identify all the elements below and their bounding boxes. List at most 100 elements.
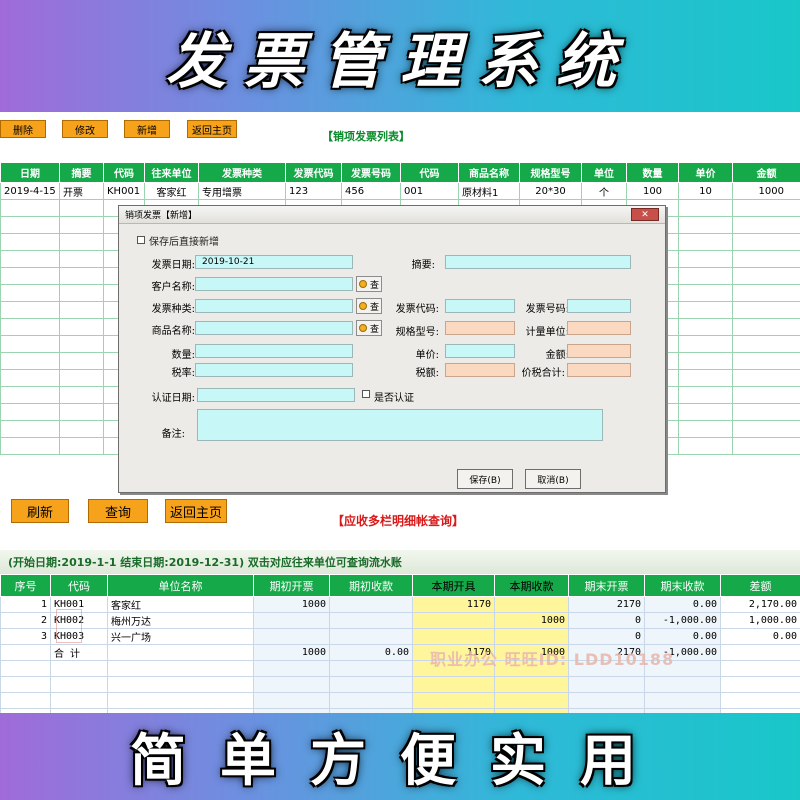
invoice-no-field[interactable] [567, 299, 631, 313]
invoice-type-field[interactable] [195, 299, 353, 313]
cell-summary[interactable]: 开票 [59, 182, 104, 200]
cell-period-receipt[interactable] [494, 628, 569, 645]
dialog-title: 销项发票【新增】 [119, 206, 665, 224]
cell-open-receipt[interactable] [329, 612, 413, 629]
table-row[interactable]: 3 KH003 兴一广场 0 0.00 0.00 [0, 628, 800, 645]
tax-rate-label: 税率: [171, 368, 195, 379]
amount-field[interactable] [567, 344, 631, 358]
cell-invoice-type[interactable]: 专用增票 [198, 182, 286, 200]
seal-stamp [56, 609, 82, 643]
cell-invoice-no[interactable]: 456 [341, 182, 401, 200]
col-header: 期末开票 [568, 574, 645, 597]
product-lookup-button[interactable]: 查 [356, 320, 382, 336]
spec-field[interactable] [445, 321, 515, 335]
search-icon [359, 280, 367, 288]
invoice-code-field[interactable] [445, 299, 515, 313]
cell-open-receipt[interactable] [329, 596, 413, 613]
invoice-date-field[interactable]: 2019-10-21 [195, 255, 353, 269]
refresh-button[interactable]: 刷新 [11, 499, 69, 523]
cell-end-receipt[interactable]: 0.00 [644, 628, 721, 645]
col-header: 金额 [732, 162, 800, 183]
auth-date-field[interactable] [197, 388, 355, 402]
price-label: 单价: [415, 350, 439, 361]
cell-period-invoice[interactable] [412, 612, 495, 629]
cell-seq [0, 644, 51, 661]
total-label: 价税合计: [521, 368, 565, 379]
cell-end-invoice[interactable]: 0 [568, 612, 645, 629]
keep-adding-label: 保存后直接新增 [149, 237, 219, 248]
save-button[interactable]: 保存(B) [457, 469, 513, 489]
unit-field[interactable] [567, 321, 631, 335]
table-row[interactable]: 1 KH001 客家红 1000 1170 2170 0.00 2,170.00 [0, 596, 800, 613]
table-row[interactable]: 2019-4-15 开票 KH001 客家红 专用增票 123 456 001 … [0, 182, 800, 200]
col-header: 摘要 [59, 162, 104, 183]
cell-qty[interactable]: 100 [626, 182, 679, 200]
qty-label: 数量: [171, 350, 195, 361]
cell-partner[interactable]: 客家红 [144, 182, 199, 200]
cell-end-invoice[interactable]: 0 [568, 628, 645, 645]
customer-field[interactable] [195, 277, 353, 291]
total-field[interactable] [567, 363, 631, 377]
is-auth-checkbox[interactable] [362, 390, 370, 398]
query-button[interactable]: 查询 [88, 499, 148, 523]
tax-rate-field[interactable] [195, 363, 353, 377]
col-header: 单位 [581, 162, 627, 183]
cell-product[interactable]: 原材料1 [458, 182, 520, 200]
summary-label: 摘要: [411, 260, 435, 271]
memo-field[interactable] [197, 409, 603, 441]
home-button[interactable]: 返回主页 [187, 120, 237, 138]
invoice-type-lookup-button[interactable]: 查 [356, 298, 382, 314]
cell-open-invoice[interactable]: 1000 [253, 596, 330, 613]
col-header: 期初收款 [329, 574, 413, 597]
cell-price[interactable]: 10 [678, 182, 733, 200]
cell-diff[interactable]: 2,170.00 [720, 596, 800, 613]
cell-period-receipt[interactable]: 1000 [494, 612, 569, 629]
total-open-receipt: 0.00 [329, 644, 413, 661]
cell-unit[interactable]: 个 [581, 182, 627, 200]
cell-diff[interactable]: 1,000.00 [720, 612, 800, 629]
amount-label: 金额: [545, 350, 569, 361]
table-row [0, 676, 800, 693]
cell-date[interactable]: 2019-4-15 [0, 182, 60, 200]
cell-open-invoice[interactable] [253, 612, 330, 629]
cell-code[interactable]: KH001 [103, 182, 145, 200]
cell-end-invoice[interactable]: 2170 [568, 596, 645, 613]
col-header: 规格型号 [519, 162, 582, 183]
ledger-title: 【应收多栏明细帐查询】 [332, 514, 465, 528]
cancel-button[interactable]: 取消(B) [525, 469, 581, 489]
banner-title: 发票管理系统 [166, 26, 634, 97]
price-field[interactable] [445, 344, 515, 358]
tax-field[interactable] [445, 363, 515, 377]
cell-item-code[interactable]: 001 [400, 182, 459, 200]
table-row [0, 692, 800, 709]
home-button-2[interactable]: 返回主页 [165, 499, 227, 523]
cell-period-invoice[interactable] [412, 628, 495, 645]
cell-open-receipt[interactable] [329, 628, 413, 645]
product-field[interactable] [195, 321, 353, 335]
cell-amount[interactable]: 1000 [732, 182, 800, 200]
table-row[interactable]: 2 KH002 梅州万达 1000 0 -1,000.00 1,000.00 [0, 612, 800, 629]
customer-lookup-button[interactable]: 查 [356, 276, 382, 292]
cell-open-invoice[interactable] [253, 628, 330, 645]
add-button[interactable]: 新增 [124, 120, 170, 138]
summary-field[interactable] [445, 255, 631, 269]
table-header: 日期 摘要 代码 往来单位 发票种类 发票代码 发票号码 代码 商品名称 规格型… [0, 162, 800, 183]
keep-adding-checkbox[interactable] [137, 236, 145, 244]
cell-end-receipt[interactable]: -1,000.00 [644, 612, 721, 629]
cell-invoice-code[interactable]: 123 [285, 182, 342, 200]
delete-button[interactable]: 删除 [0, 120, 46, 138]
cell-period-invoice[interactable]: 1170 [412, 596, 495, 613]
cell-end-receipt[interactable]: 0.00 [644, 596, 721, 613]
col-header: 发票种类 [198, 162, 286, 183]
cell-period-receipt[interactable] [494, 596, 569, 613]
edit-button[interactable]: 修改 [62, 120, 108, 138]
qty-field[interactable] [195, 344, 353, 358]
cell-spec[interactable]: 20*30 [519, 182, 582, 200]
cell-name[interactable]: 梅州万达 [107, 612, 254, 629]
cell-name[interactable]: 兴一广场 [107, 628, 254, 645]
cell-name[interactable]: 客家红 [107, 596, 254, 613]
close-icon[interactable]: ✕ [631, 208, 659, 221]
col-header: 期末收款 [644, 574, 721, 597]
cell-diff[interactable]: 0.00 [720, 628, 800, 645]
total-open-invoice: 1000 [253, 644, 330, 661]
